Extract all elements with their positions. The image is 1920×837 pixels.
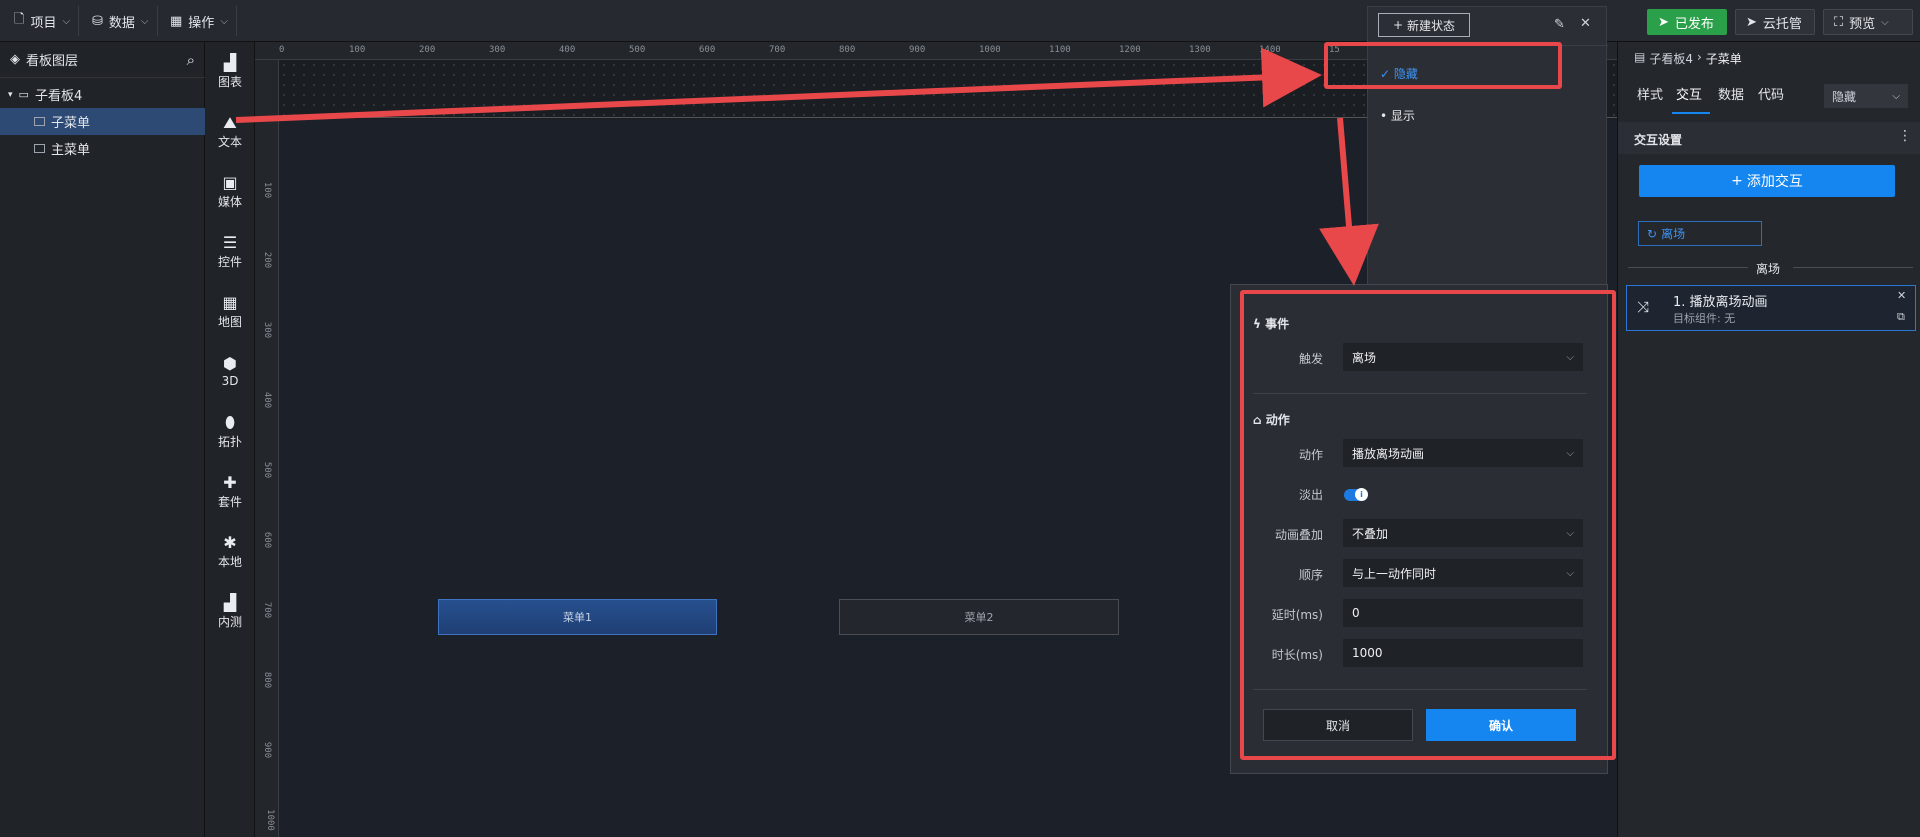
arrow-to-state xyxy=(235,47,1322,123)
arrow-to-dialog xyxy=(1319,117,1379,286)
annotation-arrows xyxy=(235,47,1379,286)
